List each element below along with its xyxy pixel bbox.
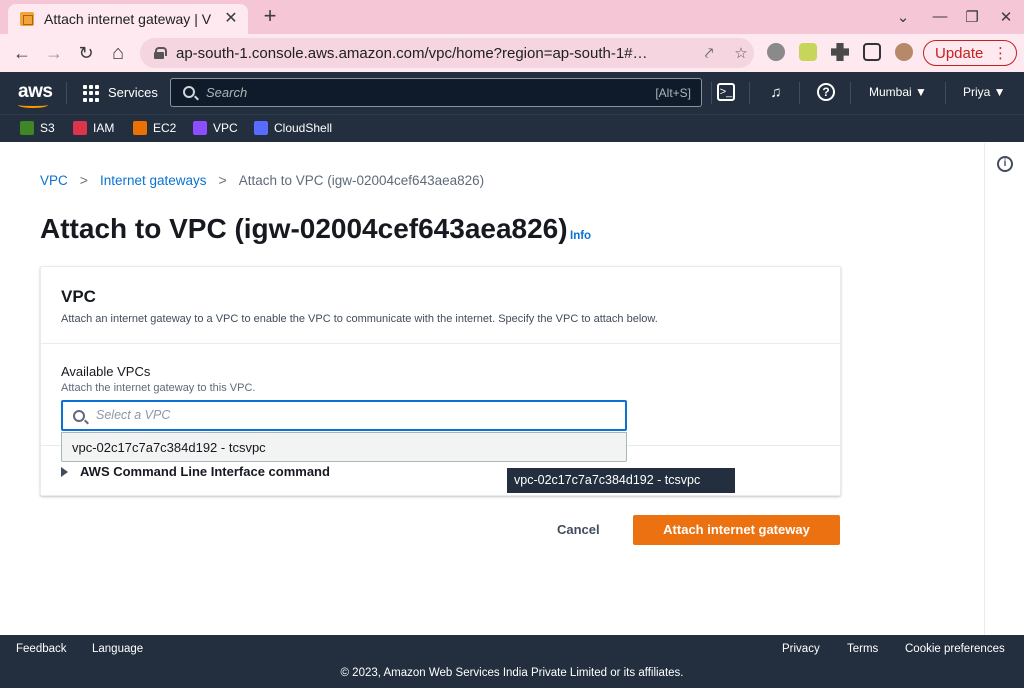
share-icon[interactable]: ⤤ [700, 45, 718, 62]
divider [799, 82, 800, 104]
vpc-dropdown-list: vpc-02c17c7a7c384d192 - tcsvpc [61, 432, 627, 462]
notifications-bell-icon[interactable]: ♫ [766, 83, 786, 103]
side-panel-icon[interactable] [863, 43, 881, 61]
update-label: Update [935, 44, 984, 62]
help-panel-rail: i [984, 143, 1024, 635]
search-placeholder: Search [206, 85, 248, 100]
cookie-preferences-link[interactable]: Cookie preferences [905, 643, 1005, 655]
ec2-service-icon [133, 121, 147, 135]
help-icon[interactable]: ? [817, 83, 835, 101]
vpc-option[interactable]: vpc-02c17c7a7c384d192 - tcsvpc [72, 440, 266, 455]
breadcrumb-current: Attach to VPC (igw-02004cef643aea826) [238, 172, 485, 188]
breadcrumb-vpc-link[interactable]: VPC [40, 173, 68, 188]
aws-favicon-icon [20, 12, 34, 26]
cli-command-expander[interactable]: AWS Command Line Interface command [61, 464, 330, 479]
favorite-cloudshell[interactable]: CloudShell [254, 121, 332, 135]
privacy-link[interactable]: Privacy [782, 643, 820, 655]
favorite-iam[interactable]: IAM [73, 121, 114, 135]
favorite-label: CloudShell [274, 121, 333, 135]
available-vpcs-label: Available VPCs [61, 364, 151, 379]
url-text[interactable]: ap-south-1.console.aws.amazon.com/vpc/ho… [176, 45, 686, 62]
services-menu[interactable]: Services [108, 85, 158, 100]
minimize-icon[interactable]: — [930, 8, 950, 25]
favorites-bar: S3 IAM EC2 VPC CloudShell [0, 114, 1024, 142]
profile-avatar[interactable] [895, 43, 913, 61]
browser-menu-icon[interactable]: ⋮ [993, 44, 1008, 62]
close-window-icon[interactable]: ✕ [996, 8, 1016, 26]
favorite-label: EC2 [153, 121, 177, 135]
aws-logo-smile [18, 102, 48, 108]
divider [66, 82, 67, 104]
s3-service-icon [20, 121, 34, 135]
available-vpcs-description: Attach the internet gateway to this VPC. [61, 382, 256, 394]
divider [711, 82, 712, 104]
tab-title: Attach internet gateway | V [44, 11, 212, 27]
feedback-link[interactable]: Feedback [16, 643, 67, 655]
divider [749, 82, 750, 104]
tab-search-chevron-icon[interactable]: ⌄ [893, 8, 913, 26]
account-menu[interactable]: Priya ▼ [963, 85, 1006, 99]
search-icon [73, 410, 85, 422]
console-search-input[interactable]: Search [Alt+S] [170, 78, 702, 107]
aws-logo[interactable]: aws [18, 81, 53, 103]
services-grid-icon[interactable] [83, 85, 100, 102]
reload-icon[interactable]: ↻ [75, 42, 97, 64]
cloudshell-icon[interactable]: >_ [717, 83, 735, 101]
panel-header: VPC Attach an internet gateway to a VPC … [41, 267, 840, 344]
vpc-select-placeholder: Select a VPC [96, 408, 171, 422]
home-icon[interactable]: ⌂ [107, 42, 129, 64]
language-link[interactable]: Language [92, 643, 143, 655]
close-tab-icon[interactable]: ✕ [222, 10, 240, 28]
favorite-ec2[interactable]: EC2 [133, 121, 176, 135]
back-icon[interactable]: ← [11, 42, 33, 64]
breadcrumb: VPC > Internet gateways > Attach to VPC … [40, 172, 484, 188]
console-footer: Feedback Language Privacy Terms Cookie p… [0, 635, 1024, 688]
aws-top-nav: aws Services Search [Alt+S] >_ ♫ ? Mumba… [0, 72, 1024, 114]
caret-right-icon [61, 466, 68, 477]
vpc-container: VPC Attach an internet gateway to a VPC … [40, 266, 841, 496]
extension-plant-icon[interactable] [799, 43, 817, 61]
bookmark-star-icon[interactable]: ☆ [732, 44, 750, 62]
cli-command-label: AWS Command Line Interface command [80, 464, 330, 479]
panel-title: VPC [61, 287, 96, 306]
vpc-option-tooltip: vpc-02c17c7a7c384d192 - tcsvpc [507, 468, 735, 493]
cloudshell-service-icon [254, 121, 268, 135]
search-shortcut: [Alt+S] [655, 86, 691, 100]
breadcrumb-chevron-icon: > [79, 172, 88, 188]
attach-internet-gateway-button[interactable]: Attach internet gateway [633, 515, 840, 545]
region-selector[interactable]: Mumbai ▼ [869, 85, 927, 99]
lock-icon[interactable] [154, 47, 167, 59]
info-panel-icon[interactable]: i [997, 156, 1013, 172]
copyright: © 2023, Amazon Web Services India Privat… [340, 667, 684, 679]
browser-tab[interactable]: Attach internet gateway | V ✕ [8, 4, 248, 34]
search-icon [183, 86, 195, 98]
vpc-service-icon [193, 121, 207, 135]
favorite-vpc[interactable]: VPC [193, 121, 238, 135]
favorite-label: IAM [93, 121, 115, 135]
divider [945, 82, 946, 104]
terms-link[interactable]: Terms [847, 643, 878, 655]
info-link[interactable]: Info [570, 230, 591, 242]
new-tab-button[interactable]: + [259, 5, 281, 28]
favorite-s3[interactable]: S3 [20, 121, 55, 135]
breadcrumb-internet-gateways-link[interactable]: Internet gateways [100, 173, 207, 188]
restore-icon[interactable]: ❐ [962, 8, 982, 26]
browser-tab-strip: Attach internet gateway | V ✕ + ⌄ — ❐ ✕ [0, 0, 1024, 34]
forward-icon[interactable]: → [43, 42, 65, 64]
panel-description: Attach an internet gateway to a VPC to e… [61, 313, 658, 325]
favorite-label: S3 [40, 121, 55, 135]
vpc-select-input[interactable]: Select a VPC [61, 400, 627, 431]
extension-mask-icon[interactable] [767, 43, 785, 61]
iam-service-icon [73, 121, 87, 135]
main-content: VPC > Internet gateways > Attach to VPC … [0, 143, 984, 635]
favorite-label: VPC [213, 121, 238, 135]
page-title: Attach to VPC (igw-02004cef643aea826) [40, 213, 568, 244]
breadcrumb-chevron-icon: > [218, 172, 227, 188]
update-button[interactable]: Update ⋮ [923, 40, 1017, 66]
cancel-button[interactable]: Cancel [557, 522, 600, 537]
divider [850, 82, 851, 104]
address-bar[interactable]: ap-south-1.console.aws.amazon.com/vpc/ho… [140, 38, 754, 68]
